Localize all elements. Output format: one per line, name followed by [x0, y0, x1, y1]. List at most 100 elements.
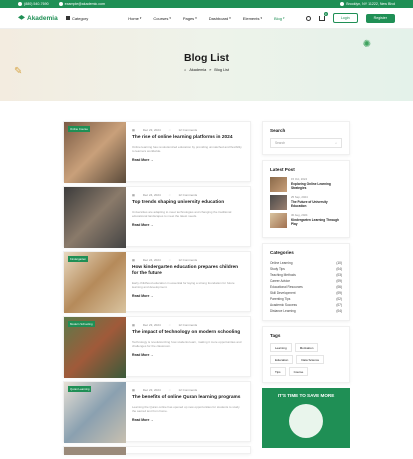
menu-dashboard[interactable]: Dashboard ▾ — [209, 16, 231, 21]
chevron-down-icon: ▾ — [260, 16, 262, 20]
category-count: (02) — [336, 297, 342, 301]
category-button[interactable]: Category — [66, 16, 88, 21]
post-card[interactable]: Online Course ▦ Dec 23, 2024 ◌ 12 Comments … — [63, 121, 251, 183]
latest-post-name[interactable]: Kindergarten Learning Through Play — [291, 218, 342, 226]
brand-logo[interactable]: Akademia — [18, 15, 64, 22]
email-info[interactable]: example@akademic.com — [58, 2, 105, 6]
phone-info[interactable]: (880) 540-7690 — [18, 2, 49, 6]
post-title[interactable]: The impact of technology on modern schoo… — [132, 330, 244, 336]
register-button[interactable]: Register — [365, 13, 395, 23]
post-excerpt: Technology is revolutionizing how studen… — [132, 339, 242, 349]
search-icon[interactable] — [305, 15, 311, 21]
post-comments[interactable]: 12 Comments — [179, 193, 198, 197]
page-banner: ✎ ✺ Blog List ⌂ Akademia » Blog List — [0, 29, 413, 101]
tag-chip[interactable]: Learning — [270, 343, 292, 352]
menu-pages[interactable]: Pages ▾ — [183, 16, 197, 21]
tag-chip[interactable]: Tips — [270, 367, 286, 376]
post-comments[interactable]: 12 Comments — [179, 128, 198, 132]
search-input[interactable]: Search ⌕ — [270, 138, 342, 148]
post-title[interactable]: How kindergarten education prepares chil… — [132, 265, 244, 277]
post-image[interactable]: Kindergarten — [64, 252, 126, 313]
read-more-link[interactable]: Read More → — [132, 353, 244, 357]
post-image[interactable] — [64, 187, 126, 248]
latest-post-image[interactable] — [270, 195, 287, 210]
latest-post-image[interactable] — [270, 177, 287, 192]
search-title: Search — [270, 128, 286, 133]
tag-chip[interactable]: Education — [270, 355, 294, 364]
address-info: Brooklyn, NY 11222, New Blvd — [340, 2, 395, 6]
tag-chip[interactable]: Data Science — [296, 355, 325, 364]
login-button[interactable]: Login — [332, 13, 358, 23]
latest-post-item[interactable]: 30 Aug, 2024 Kindergarten Learning Throug… — [270, 213, 342, 228]
post-comments[interactable]: 12 Comments — [179, 388, 198, 392]
post-title[interactable]: Top trends shaping university education — [132, 200, 244, 206]
arrow-right-icon: → — [150, 222, 154, 227]
post-excerpt: Universities are adapting to meet techno… — [132, 209, 232, 219]
latest-post-date: 15 Oct, 2024 — [291, 177, 308, 181]
category-name: Educational Resources — [270, 285, 303, 289]
post-image[interactable] — [64, 447, 126, 455]
post-date: Dec 24, 2024 — [142, 258, 161, 262]
read-more-link[interactable]: Read More → — [132, 223, 244, 227]
latest-post-name[interactable]: Exploring Online Learning Strategies — [291, 182, 342, 190]
read-more-link[interactable]: Read More → — [132, 294, 244, 298]
menu-elements[interactable]: Elements ▾ — [243, 16, 262, 21]
latest-post-image[interactable] — [270, 213, 287, 228]
promo-banner[interactable]: IT'S TIME TO SAVE MORE — [262, 388, 350, 448]
latest-post-item[interactable]: 25 Sep, 2024 The Future of University Edu… — [270, 195, 342, 210]
email-text: example@akademic.com — [64, 2, 105, 6]
post-card[interactable]: Quran Learning ▦ Dec 23, 2024 ◌ 12 Comments… — [63, 381, 251, 443]
post-tag[interactable]: Kindergarten — [68, 256, 89, 262]
arrow-right-icon: → — [150, 417, 154, 422]
post-image[interactable]: Modern Schooling — [64, 317, 126, 378]
tag-chip[interactable]: Motivation — [294, 343, 319, 352]
menu-blog-label: Blog — [274, 15, 283, 21]
cart-icon[interactable]: 0 — [318, 11, 328, 21]
post-card[interactable]: Kindergarten ▦ Dec 24, 2024 ◌ 12 Comments H… — [63, 251, 251, 313]
latest-post-item[interactable]: 15 Oct, 2024 Exploring Online Learning St… — [270, 177, 342, 192]
post-tag[interactable]: Modern Schooling — [68, 321, 95, 327]
lamp-icon: ✎ — [14, 66, 23, 77]
promo-image — [289, 404, 323, 438]
menu-pages-label: Pages — [182, 15, 195, 21]
post-card[interactable]: Modern Schooling ▦ Dec 23, 2024 ◌ 12 Commen… — [63, 316, 251, 378]
menu-home[interactable]: Home ▾ — [128, 16, 141, 21]
read-more-label: Read More — [132, 417, 150, 422]
menu-blog[interactable]: Blog ▾ — [274, 16, 285, 21]
chevron-down-icon: ▾ — [229, 16, 231, 20]
post-card[interactable]: ▦ Dec 24, 2024 ◌ 12 Comments Top trends sha… — [63, 186, 251, 248]
read-more-link[interactable]: Read More → — [132, 158, 244, 162]
post-tag[interactable]: Online Course — [68, 126, 90, 132]
breadcrumb: ⌂ Akademia » Blog List — [0, 68, 413, 72]
tag-chip[interactable]: Course — [288, 367, 309, 376]
read-more-link[interactable]: Read More → — [132, 418, 244, 422]
category-item[interactable]: Distance Learning (04) — [270, 308, 342, 314]
category-name: Parenting Tips — [270, 297, 291, 301]
categories-widget: Categories Online Learning (10) Study Tip… — [262, 243, 350, 321]
latest-post-name[interactable]: The Future of University Education — [291, 200, 342, 208]
post-comments[interactable]: 12 Comments — [179, 258, 198, 262]
search-widget: Search Search ⌕ — [262, 121, 350, 155]
post-title[interactable]: The rise of online learning platforms in… — [132, 135, 244, 141]
search-icon[interactable]: ⌕ — [335, 141, 337, 145]
post-image[interactable]: Quran Learning — [64, 382, 126, 443]
menu-courses-label: Courses — [153, 15, 169, 21]
menu-courses[interactable]: Courses ▾ — [153, 16, 170, 21]
home-icon: ⌂ — [184, 68, 187, 72]
category-count: (06) — [336, 285, 342, 289]
post-image[interactable]: Online Course — [64, 122, 126, 183]
post-tag[interactable]: Quran Learning — [68, 386, 92, 392]
category-count: (04) — [336, 267, 342, 271]
latest-post-widget: Latest Post 15 Oct, 2024 Exploring Online… — [262, 160, 350, 238]
post-comments[interactable]: 12 Comments — [179, 323, 198, 327]
grid-icon — [66, 16, 70, 20]
breadcrumb-home[interactable]: Akademia — [189, 68, 206, 72]
phone-text: (880) 540-7690 — [24, 2, 49, 6]
latest-post-date: 25 Sep, 2024 — [291, 195, 308, 199]
tags-widget: Tags Learning Motivation Education Data … — [262, 326, 350, 383]
post-card[interactable] — [63, 446, 251, 455]
arrow-right-icon: → — [150, 352, 154, 357]
comment-icon: ◌ — [168, 258, 171, 262]
category-count: (10) — [336, 261, 342, 265]
post-title[interactable]: The benefits of online Quran learning pr… — [132, 395, 244, 401]
